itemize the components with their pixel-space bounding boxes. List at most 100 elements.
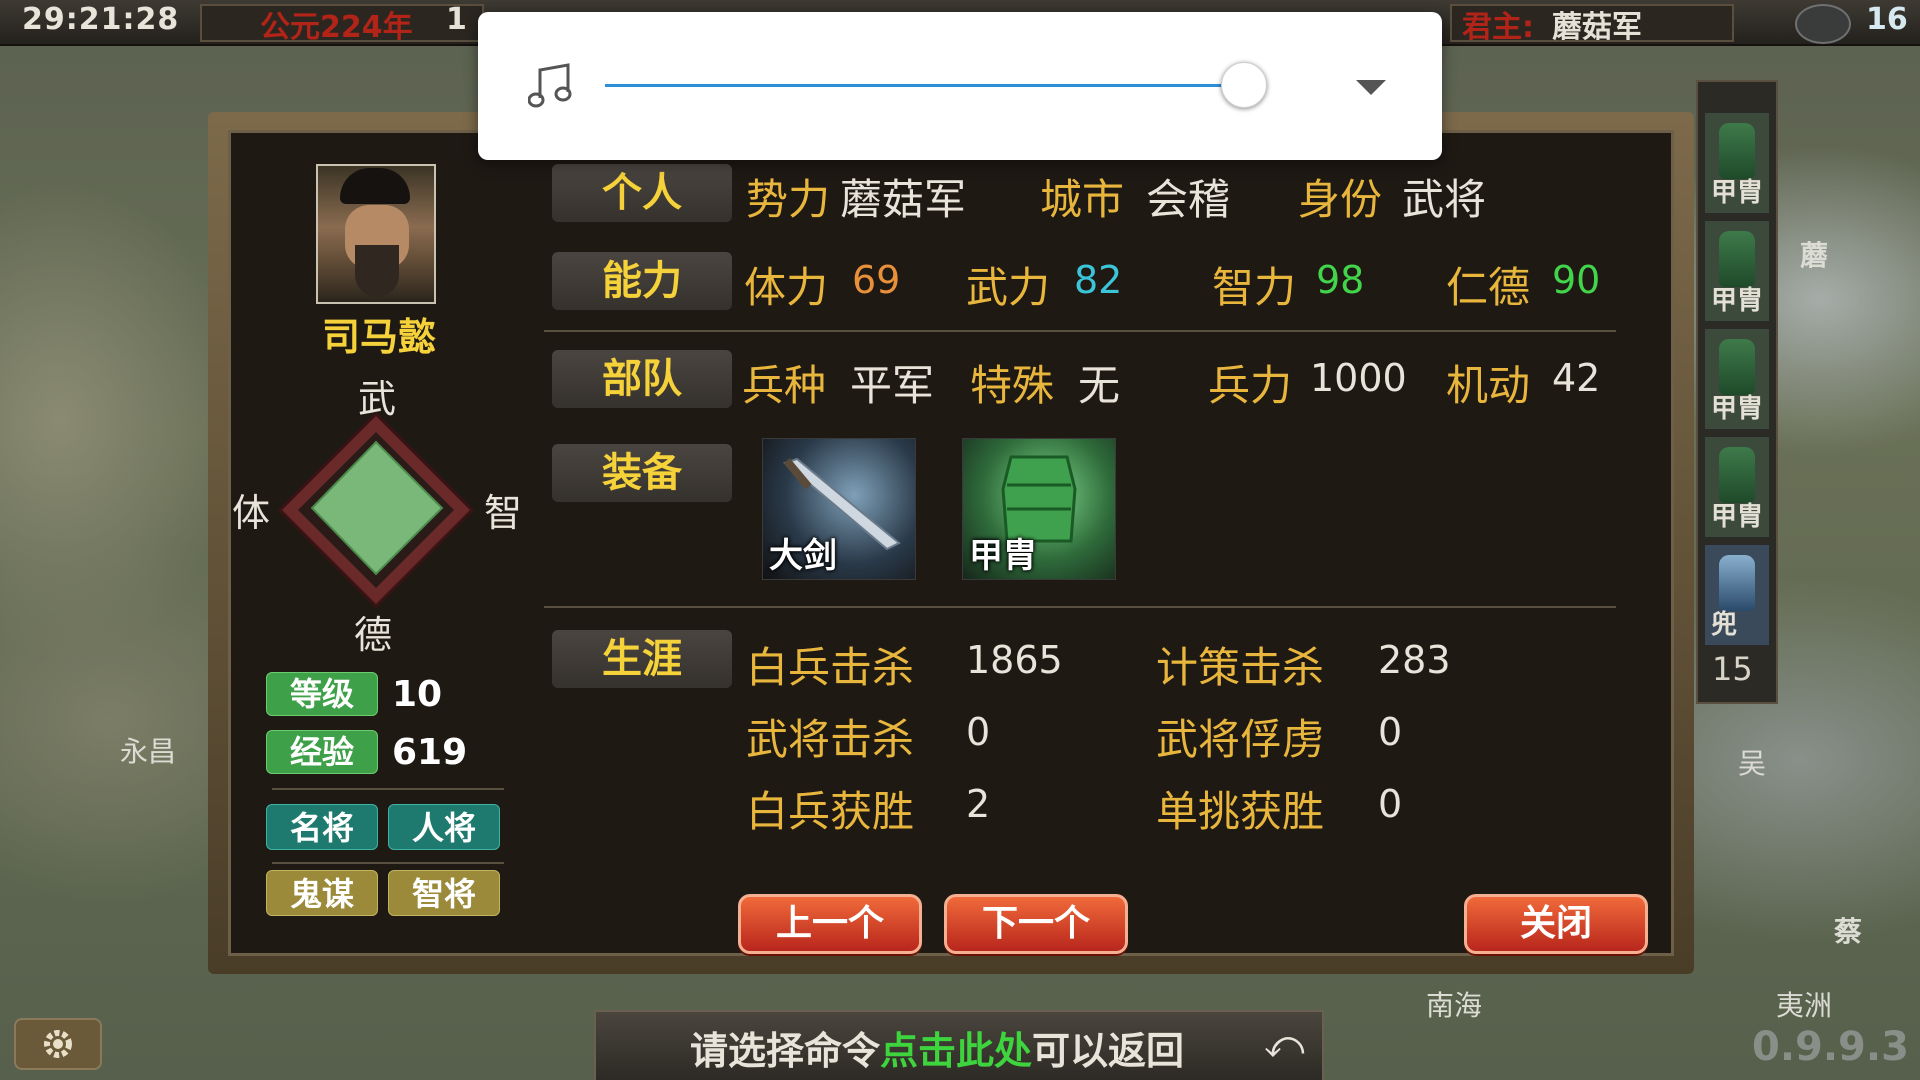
general-captures-value: 0 xyxy=(1378,710,1403,754)
sidebar-slot[interactable]: 甲胄 xyxy=(1704,112,1770,214)
trait-badge[interactable]: 鬼谋 xyxy=(266,870,378,916)
general-name: 司马懿 xyxy=(321,315,436,359)
sidebar-slot[interactable]: 兜 xyxy=(1704,544,1770,646)
sidebar-slot[interactable]: 甲胄 xyxy=(1704,436,1770,538)
exp-value: 619 xyxy=(392,732,468,773)
command-prompt-text: 请选择命令点击此处可以返回 xyxy=(690,1020,1184,1075)
radar-label-left: 体 xyxy=(232,491,271,535)
divider xyxy=(272,862,504,864)
equipment-slot-sword[interactable]: 大剑 xyxy=(762,438,916,580)
identity-label: 身份 xyxy=(1298,175,1383,224)
equipment-name: 甲胄 xyxy=(969,536,1037,576)
next-general-button[interactable]: 下一个 xyxy=(944,894,1128,954)
level-tag: 等级 xyxy=(266,672,378,716)
stat-radar-chart xyxy=(277,411,475,609)
armor-icon xyxy=(1719,339,1755,395)
stamina-label: 体力 xyxy=(744,263,829,312)
intellect-label: 智力 xyxy=(1212,263,1297,312)
prev-general-button[interactable]: 上一个 xyxy=(738,894,922,954)
gear-glyph xyxy=(44,1030,72,1058)
infantry-kills-value: 1865 xyxy=(966,638,1063,682)
general-kills-label: 武将击杀 xyxy=(746,715,915,764)
sidebar-slot-label: 甲胄 xyxy=(1711,394,1764,424)
virtue-label: 仁德 xyxy=(1446,263,1531,312)
close-button[interactable]: 关闭 xyxy=(1464,894,1648,954)
general-kills-value: 0 xyxy=(966,710,991,754)
intellect-value: 98 xyxy=(1316,258,1365,302)
section-tag-troops: 部队 xyxy=(552,350,732,408)
stamina-value: 69 xyxy=(852,258,901,302)
return-link[interactable]: 点击此处 xyxy=(880,1029,1032,1073)
force-value: 82 xyxy=(1074,258,1123,302)
sidebar-slot-label: 甲胄 xyxy=(1711,286,1764,316)
section-tag-equipment: 装备 xyxy=(552,444,732,502)
version-label: 0.9.9.3 xyxy=(1752,1024,1909,1070)
music-note-icon xyxy=(528,63,572,108)
city-label: 城市 xyxy=(1040,175,1125,224)
lord-label: 君主: xyxy=(1462,10,1534,45)
dropdown-arrow-icon[interactable] xyxy=(1356,80,1386,95)
compass-icon[interactable] xyxy=(1795,4,1851,44)
equipment-slot-armor[interactable]: 甲胄 xyxy=(962,438,1116,580)
sidebar-slot[interactable]: 甲胄 xyxy=(1704,328,1770,430)
level-value: 10 xyxy=(392,674,443,715)
infantry-wins-label: 白兵获胜 xyxy=(746,787,915,836)
divider xyxy=(272,788,504,790)
exp-tag: 经验 xyxy=(266,730,378,774)
city-label-wu[interactable]: 吴 xyxy=(1738,742,1766,782)
armor-icon xyxy=(1719,123,1755,179)
special-value: 无 xyxy=(1078,361,1121,410)
virtue-value: 90 xyxy=(1552,258,1601,302)
mobility-label: 机动 xyxy=(1446,361,1531,410)
lord-name: 蘑菇军 xyxy=(1552,10,1642,45)
radar-label-bottom: 德 xyxy=(354,613,393,657)
sidebar-slot-label: 甲胄 xyxy=(1711,502,1764,532)
portrait-beard xyxy=(355,245,399,297)
strength-label: 兵力 xyxy=(1208,361,1293,410)
city-label-yongchang[interactable]: 永昌 xyxy=(120,730,176,770)
special-label: 特殊 xyxy=(970,361,1055,410)
settings-gear-icon[interactable] xyxy=(14,1018,102,1070)
sidebar-slot-label: 兜 xyxy=(1711,610,1738,640)
duel-wins-value: 0 xyxy=(1378,782,1403,826)
strength-value: 1000 xyxy=(1310,356,1407,400)
troop-type-label: 兵种 xyxy=(742,361,827,410)
top-counter: 16 xyxy=(1866,2,1908,37)
era-suffix: 1 xyxy=(446,2,467,37)
faction-value: 蘑菇军 xyxy=(840,175,967,224)
game-clock: 29:21:28 xyxy=(22,2,180,37)
city-label-mogu[interactable]: 蘑 xyxy=(1800,234,1828,274)
trait-badge[interactable]: 名将 xyxy=(266,804,378,850)
infantry-wins-value: 2 xyxy=(966,782,991,826)
divider xyxy=(544,330,1616,332)
armor-icon xyxy=(1719,231,1755,287)
general-captures-label: 武将俘虏 xyxy=(1156,715,1325,764)
city-label-cai[interactable]: 蔡 xyxy=(1834,910,1862,950)
equipment-name: 大剑 xyxy=(769,536,837,576)
identity-value: 武将 xyxy=(1402,175,1487,224)
duel-wins-label: 单挑获胜 xyxy=(1156,787,1325,836)
armor-icon xyxy=(1719,447,1755,503)
city-value: 会稽 xyxy=(1146,175,1231,224)
troop-type-value: 平军 xyxy=(850,361,935,410)
era-year: 公元224年 xyxy=(260,10,413,45)
sidebar-number: 15 xyxy=(1712,650,1753,688)
section-tag-career: 生涯 xyxy=(552,630,732,688)
trait-badge[interactable]: 人将 xyxy=(388,804,500,850)
faction-label: 势力 xyxy=(746,175,831,224)
sidebar-slot[interactable]: 甲胄 xyxy=(1704,220,1770,322)
prompt-part-b: 可以返回 xyxy=(1032,1029,1185,1073)
general-list-sidebar: 甲胄 甲胄 甲胄 甲胄 兜 xyxy=(1696,80,1778,704)
divider xyxy=(544,606,1616,608)
radar-label-right: 智 xyxy=(484,491,523,535)
sidebar-slot-label: 甲胄 xyxy=(1711,178,1764,208)
helmet-icon xyxy=(1719,555,1755,611)
strategy-kills-value: 283 xyxy=(1378,638,1451,682)
city-label-nanhai[interactable]: 南海 xyxy=(1426,984,1482,1024)
trait-badge[interactable]: 智将 xyxy=(388,870,500,916)
prompt-part-a: 请选择命令 xyxy=(690,1029,881,1073)
return-arrow-icon[interactable]: ⤺ xyxy=(1264,1022,1305,1067)
city-label-yizhou[interactable]: 夷洲 xyxy=(1776,984,1832,1024)
volume-slider-thumb[interactable] xyxy=(1221,62,1267,108)
volume-slider-track[interactable] xyxy=(605,84,1243,87)
